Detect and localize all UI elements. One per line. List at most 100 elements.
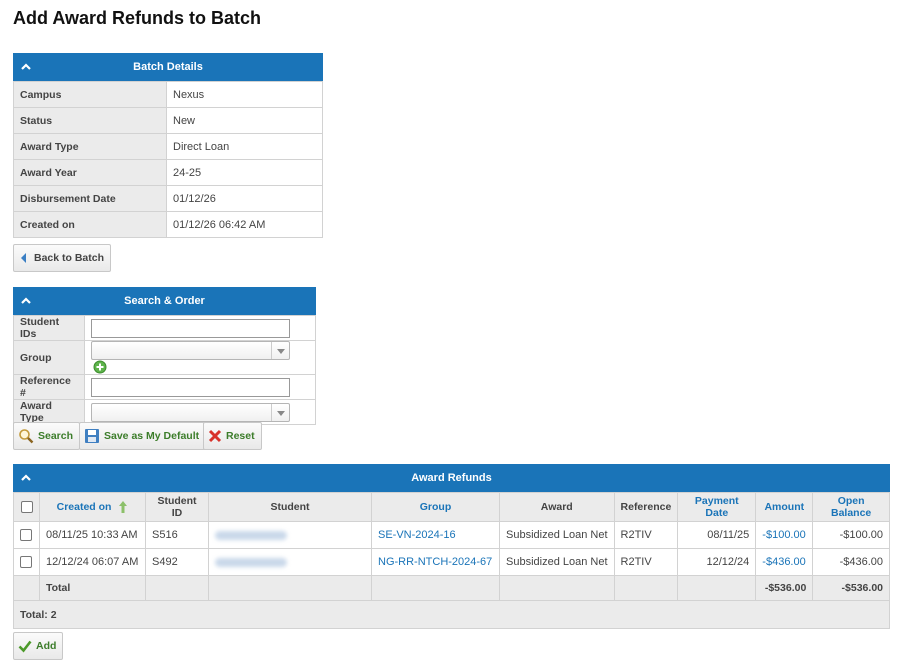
- row-checkbox[interactable]: [20, 556, 32, 569]
- open-balance-cell: -$436.00: [812, 548, 890, 576]
- chevron-up-icon[interactable]: [20, 61, 32, 73]
- floppy-disk-icon: [85, 429, 99, 443]
- total-label: Total: [39, 575, 146, 601]
- award-refunds-panel: Award Refunds Created on Student ID Stud…: [13, 464, 890, 629]
- x-icon: [208, 429, 222, 443]
- col-reference: Reference: [613, 492, 679, 522]
- back-to-batch-label: Back to Batch: [34, 252, 105, 264]
- select-all-cell: [13, 492, 40, 522]
- select-all-checkbox[interactable]: [20, 501, 33, 514]
- chevron-up-icon[interactable]: [20, 295, 32, 307]
- search-label: Search: [38, 430, 74, 442]
- row-select-cell: [13, 521, 40, 549]
- col-student-id: Student ID: [145, 492, 209, 522]
- created-on-cell: 12/12/24 06:07 AM: [39, 548, 146, 576]
- add-group-icon[interactable]: [93, 360, 107, 374]
- sort-ascending-icon: [119, 501, 128, 513]
- chevron-up-icon[interactable]: [20, 472, 32, 484]
- total-open-balance: -$536.00: [812, 575, 890, 601]
- total-empty-cell: [499, 575, 615, 601]
- col-student: Student: [208, 492, 372, 522]
- payment-date-cell: 08/11/25: [677, 521, 757, 549]
- col-group[interactable]: Group: [371, 492, 500, 522]
- disbursement-date-value: 01/12/26: [166, 185, 323, 212]
- student-cell: [208, 521, 372, 549]
- col-created-on-label: Created on: [56, 500, 112, 513]
- total-empty-cell: [677, 575, 757, 601]
- save-default-label: Save as My Default: [104, 430, 200, 442]
- add-button[interactable]: Add: [13, 632, 64, 660]
- col-award: Award: [499, 492, 615, 522]
- created-on-value: 01/12/26 06:42 AM: [166, 211, 323, 238]
- total-amount: -$536.00: [755, 575, 814, 601]
- student-link-redacted[interactable]: [215, 530, 287, 540]
- magnifier-icon: [19, 429, 34, 444]
- group-select[interactable]: [91, 341, 290, 360]
- checkmark-icon: [18, 640, 32, 653]
- batch-details-table: Campus Nexus Status New Award Type Direct L…: [13, 81, 323, 238]
- col-amount[interactable]: Amount: [755, 492, 814, 522]
- award-cell: Subsidized Loan Net: [499, 548, 615, 576]
- add-label: Add: [36, 640, 57, 652]
- reference-cell: R2TIV: [613, 548, 679, 576]
- chevron-down-icon[interactable]: [271, 342, 289, 359]
- arrow-left-icon: [21, 253, 26, 263]
- award-type-label: Award Type: [13, 133, 167, 160]
- group-label: Group: [13, 340, 85, 375]
- open-balance-cell: -$100.00: [812, 521, 890, 549]
- status-label: Status: [13, 107, 167, 134]
- row-checkbox[interactable]: [20, 529, 32, 542]
- save-default-button[interactable]: Save as My Default: [79, 422, 207, 450]
- search-form-table: Student IDs Group Reference # Award Type: [13, 315, 316, 425]
- total-empty-cell: [371, 575, 500, 601]
- disbursement-date-label: Disbursement Date: [13, 185, 167, 212]
- student-ids-label: Student IDs: [13, 315, 85, 341]
- reset-label: Reset: [226, 430, 255, 442]
- amount-link[interactable]: -$436.00: [755, 548, 814, 576]
- reference-input[interactable]: [91, 377, 290, 397]
- amount-link[interactable]: -$100.00: [755, 521, 814, 549]
- search-order-title: Search & Order: [124, 295, 205, 307]
- group-link[interactable]: SE-VN-2024-16: [371, 521, 500, 549]
- award-type-filter-label: Award Type: [13, 399, 85, 425]
- search-button[interactable]: Search: [13, 422, 81, 450]
- created-on-cell: 08/11/25 10:33 AM: [39, 521, 146, 549]
- back-to-batch-button[interactable]: Back to Batch: [13, 244, 112, 272]
- student-link-redacted[interactable]: [215, 557, 287, 567]
- chevron-down-icon[interactable]: [271, 403, 289, 421]
- row-select-cell: [13, 548, 40, 576]
- col-payment-date[interactable]: Payment Date: [677, 492, 757, 522]
- award-type-select[interactable]: [91, 402, 290, 422]
- total-empty-cell: [145, 575, 209, 601]
- student-ids-input[interactable]: [91, 318, 290, 338]
- award-year-label: Award Year: [13, 159, 167, 186]
- reference-label: Reference #: [13, 374, 85, 400]
- reset-button[interactable]: Reset: [203, 422, 262, 450]
- search-order-panel: Search & Order Student IDs Group Referen…: [13, 287, 316, 425]
- student-cell: [208, 548, 372, 576]
- total-row: Total -$536.00 -$536.00: [13, 575, 890, 601]
- search-order-header[interactable]: Search & Order: [13, 287, 316, 315]
- campus-label: Campus: [13, 81, 167, 108]
- col-created-on[interactable]: Created on: [39, 492, 146, 522]
- created-on-label: Created on: [13, 211, 167, 238]
- award-year-value: 24-25: [166, 159, 323, 186]
- col-open-balance[interactable]: Open Balance: [812, 492, 890, 522]
- table-row: 12/12/24 06:07 AM S492 NG-RR-NTCH-2024-6…: [13, 548, 890, 576]
- campus-value: Nexus: [166, 81, 323, 108]
- student-id-cell: S492: [145, 548, 209, 576]
- batch-details-header[interactable]: Batch Details: [13, 53, 323, 81]
- award-refunds-header[interactable]: Award Refunds: [13, 464, 890, 492]
- record-count: Total: 2: [13, 601, 890, 629]
- reference-cell: R2TIV: [613, 521, 679, 549]
- status-value: New: [166, 107, 323, 134]
- total-empty-cell: [13, 575, 40, 601]
- table-row: 08/11/25 10:33 AM S516 SE-VN-2024-16 Sub…: [13, 521, 890, 549]
- page-title: Add Award Refunds to Batch: [13, 8, 262, 28]
- batch-details-title: Batch Details: [133, 61, 203, 73]
- group-link[interactable]: NG-RR-NTCH-2024-67: [371, 548, 500, 576]
- award-cell: Subsidized Loan Net: [499, 521, 615, 549]
- total-empty-cell: [613, 575, 679, 601]
- total-empty-cell: [208, 575, 372, 601]
- student-id-cell: S516: [145, 521, 209, 549]
